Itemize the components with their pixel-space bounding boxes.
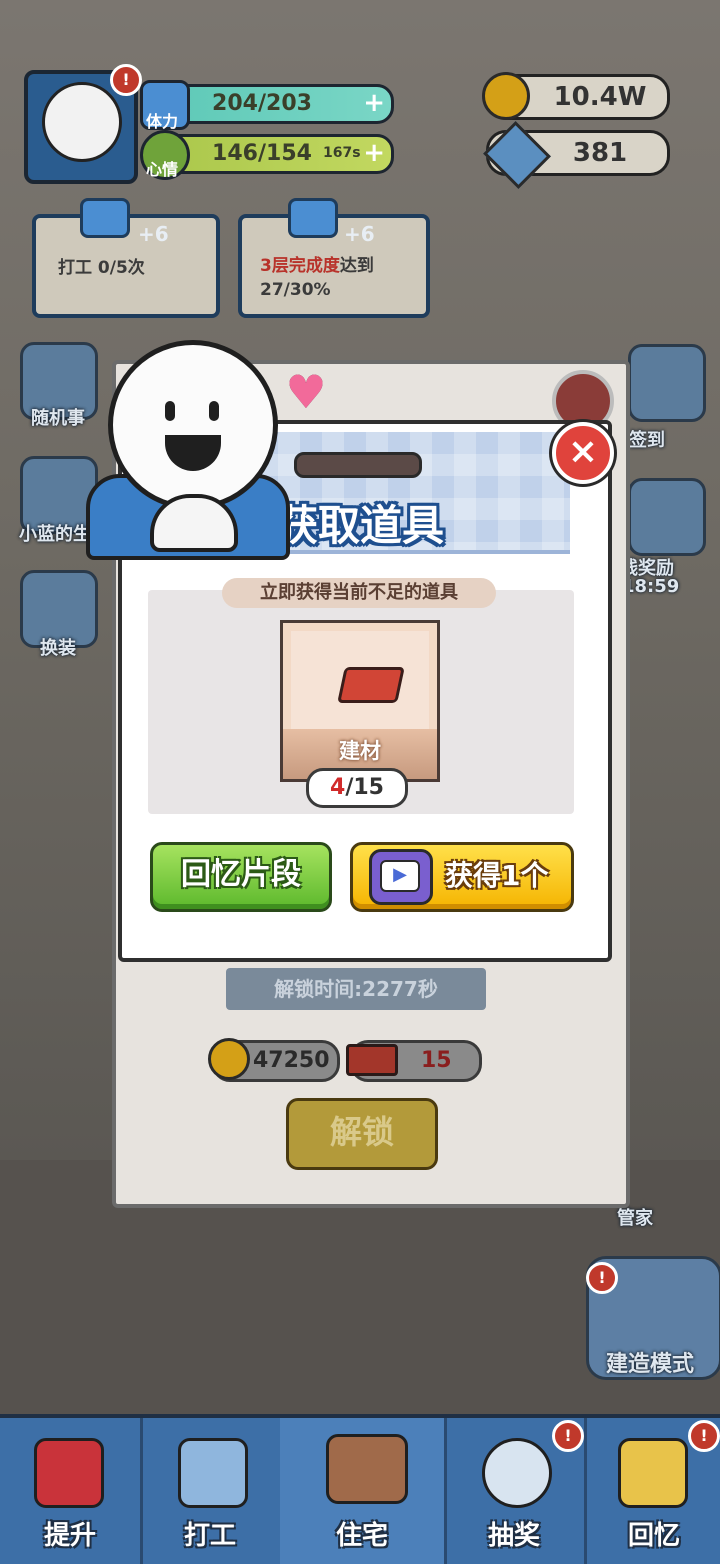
character-head [108, 340, 278, 510]
mood-label: 心情 [146, 160, 179, 179]
gem-value: 381 [572, 138, 628, 168]
nav-upgrade[interactable]: 提升 [0, 1418, 143, 1564]
brick-icon [346, 1044, 398, 1076]
character-eye-right [209, 401, 219, 421]
lottery-alert-badge: ! [552, 1420, 584, 1452]
item-have: 4 [330, 775, 346, 800]
stamina-plus-icon[interactable]: + [363, 89, 385, 117]
online-reward-button[interactable] [628, 478, 706, 556]
brick-icon [337, 667, 405, 703]
tv-face-icon [178, 1438, 248, 1508]
random-event-label: 随机事 [31, 408, 85, 429]
item-card[interactable]: 建材 [280, 620, 440, 782]
coin-icon [208, 1038, 250, 1080]
coin-value: 10.4W [553, 82, 647, 112]
nav-work-label: 打工 [183, 1521, 236, 1551]
coin-icon [482, 72, 530, 120]
camera-icon [618, 1438, 688, 1508]
brick-cost-value: 15 [421, 1048, 452, 1073]
task-floor-text: 3层完成度达到 [260, 254, 374, 278]
dumbbell-icon [288, 198, 338, 238]
nav-memory-label: 回忆 [627, 1521, 680, 1551]
stamina-value: 204/203 [212, 91, 312, 116]
get-one-label: 获得1个 [445, 859, 549, 892]
task-floor-reward: +6 [344, 222, 375, 246]
play-icon: ▶ [380, 860, 420, 892]
memory-fragment-button[interactable]: 回忆片段 [150, 842, 332, 912]
unlock-time-text: 解锁时间:2277秒 [226, 968, 486, 1010]
bottom-nav: 提升 打工 住宅 抽奖 回忆 [0, 1414, 720, 1564]
hanger-bar-icon [294, 452, 422, 478]
task-floor-highlight: 3层完成度 [260, 256, 340, 276]
mood-plus-icon[interactable]: + [363, 139, 385, 167]
item-name: 建材 [339, 739, 381, 763]
badge-mark: ! [700, 1426, 708, 1445]
nav-work[interactable]: 打工 [140, 1418, 283, 1564]
memory-alert-badge: ! [688, 1420, 720, 1452]
build-mode-label: 建造模式 [605, 1352, 694, 1377]
nav-home[interactable]: 住宅 [280, 1418, 447, 1564]
gacha-icon [482, 1438, 552, 1508]
nav-lottery-label: 抽奖 [487, 1521, 540, 1551]
avatar-alert-badge: ! [110, 64, 142, 96]
task-work-reward: +6 [138, 222, 169, 246]
badge-mark: ! [122, 70, 130, 89]
item-need: /15 [345, 775, 384, 800]
close-button[interactable]: × [552, 422, 614, 484]
item-count: 4/15 [306, 768, 408, 808]
avatar-face [42, 82, 122, 162]
heart-icon: ♥ [285, 365, 327, 419]
close-icon: × [567, 431, 599, 472]
nav-home-label: 住宅 [335, 1521, 388, 1551]
item-image-area [291, 631, 429, 729]
task-floor-rest: 达到 [339, 256, 374, 276]
build-alert-badge: ! [586, 1262, 618, 1294]
book-icon [34, 1438, 104, 1508]
badge-mark: ! [598, 1268, 606, 1287]
nav-upgrade-label: 提升 [43, 1521, 96, 1551]
unlock-button[interactable]: 解锁 [286, 1098, 438, 1170]
task-work-text: 打工 0/5次 [58, 258, 145, 278]
stamina-label: 体力 [146, 112, 179, 131]
mood-timer: 167s [323, 145, 361, 161]
room-icon [326, 1434, 408, 1504]
get-one-button[interactable]: ▶ 获得1个 [350, 842, 574, 912]
coin-cost-value: 47250 [253, 1048, 330, 1073]
character-mouth [165, 435, 221, 471]
badge-mark: ! [564, 1426, 572, 1445]
dialog-subtitle: 立即获得当前不足的道具 [222, 578, 496, 608]
character-eye-left [165, 401, 175, 421]
outfit-label: 换装 [40, 638, 76, 659]
online-reward-timer: 18:59 [622, 576, 680, 597]
dumbbell-icon [80, 198, 130, 238]
mood-value: 146/154 [212, 141, 312, 166]
task-floor-progress: 27/30% [260, 280, 331, 300]
checkin-button[interactable] [628, 344, 706, 422]
video-ad-icon: ▶ [369, 849, 433, 905]
